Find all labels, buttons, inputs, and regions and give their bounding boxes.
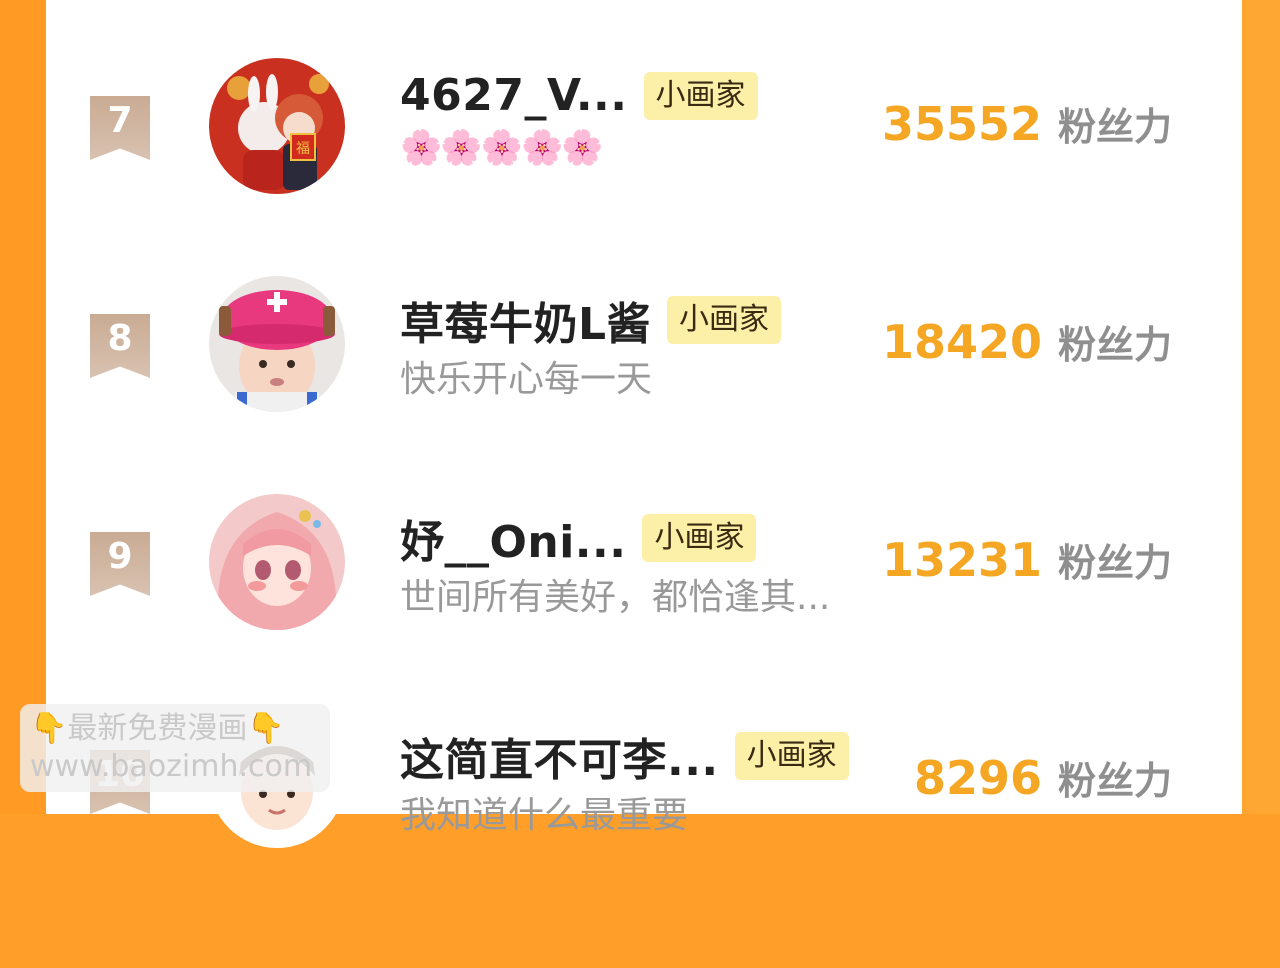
rank-number: 9 bbox=[107, 536, 133, 577]
avatar[interactable] bbox=[209, 494, 345, 630]
ranking-list: 7 福 4627_V... 小画家 🌸🌸🌸🌸🌸 35552 粉丝力 8 草莓牛奶… bbox=[46, 0, 1242, 848]
watermark-text: 最新免费漫画 bbox=[67, 711, 248, 746]
anime-girl-pink-avatar-icon bbox=[209, 494, 345, 630]
user-name[interactable]: 妤__Oni... bbox=[400, 506, 626, 570]
fan-count: 13231 bbox=[881, 533, 1042, 587]
rank-badge: 9 bbox=[90, 532, 150, 596]
list-item[interactable]: 8 草莓牛奶L酱 小画家 快乐开心每一天 18420 粉丝力 bbox=[46, 276, 1242, 532]
pointing-down-icon: 👇 bbox=[30, 711, 68, 746]
fan-power: 13231 粉丝力 bbox=[882, 532, 1172, 587]
anime-couple-avatar-icon: 福 bbox=[209, 58, 345, 194]
rank-badge: 7 bbox=[90, 96, 150, 160]
pointing-down-icon: 👇 bbox=[247, 711, 285, 746]
site-watermark: 👇最新免费漫画👇 www.baozimh.com bbox=[20, 704, 330, 792]
user-name-line: 妤__Oni... 小画家 bbox=[400, 506, 757, 570]
rank-number: 7 bbox=[107, 100, 133, 141]
fan-count: 18420 bbox=[881, 315, 1042, 369]
fan-label: 粉丝力 bbox=[1057, 105, 1172, 149]
level-tag: 小画家 bbox=[642, 514, 757, 562]
level-tag: 小画家 bbox=[667, 296, 782, 344]
fan-power: 35552 粉丝力 bbox=[882, 96, 1172, 151]
watermark-line-1: 👇最新免费漫画👇 bbox=[30, 710, 320, 748]
user-name[interactable]: 4627_V... bbox=[400, 70, 628, 121]
user-name[interactable]: 这简直不可李... bbox=[400, 724, 719, 788]
user-name[interactable]: 草莓牛奶L酱 bbox=[400, 288, 651, 352]
fan-count: 35552 bbox=[881, 97, 1042, 151]
list-item[interactable]: 7 福 4627_V... 小画家 🌸🌸🌸🌸🌸 35552 粉丝力 bbox=[46, 58, 1242, 314]
fan-label: 粉丝力 bbox=[1057, 541, 1172, 585]
fan-power: 18420 粉丝力 bbox=[882, 314, 1172, 369]
avatar[interactable] bbox=[209, 276, 345, 412]
user-signature: 🌸🌸🌸🌸🌸 bbox=[400, 128, 604, 168]
fan-label: 粉丝力 bbox=[1057, 759, 1172, 803]
user-signature: 快乐开心每一天 bbox=[400, 359, 653, 400]
rank-badge: 8 bbox=[90, 314, 150, 378]
level-tag: 小画家 bbox=[643, 71, 758, 120]
fan-count: 8296 bbox=[913, 751, 1042, 805]
user-name-line: 这简直不可李... 小画家 bbox=[400, 724, 849, 788]
rank-number: 8 bbox=[107, 318, 133, 359]
user-signature: 世间所有美好，都恰逢其... bbox=[400, 577, 831, 618]
avatar[interactable]: 福 bbox=[209, 58, 345, 194]
fan-power: 8296 粉丝力 bbox=[914, 750, 1172, 805]
user-name-line: 草莓牛奶L酱 小画家 bbox=[400, 288, 782, 352]
fan-label: 粉丝力 bbox=[1057, 323, 1172, 367]
child-pink-hat-avatar-icon bbox=[209, 276, 345, 412]
level-tag: 小画家 bbox=[734, 732, 849, 780]
user-signature: 我知道什么最重要 bbox=[400, 795, 689, 836]
watermark-url: www.baozimh.com bbox=[30, 749, 313, 784]
user-name-line: 4627_V... 小画家 bbox=[400, 70, 758, 121]
svg-text:福: 福 bbox=[296, 141, 310, 157]
